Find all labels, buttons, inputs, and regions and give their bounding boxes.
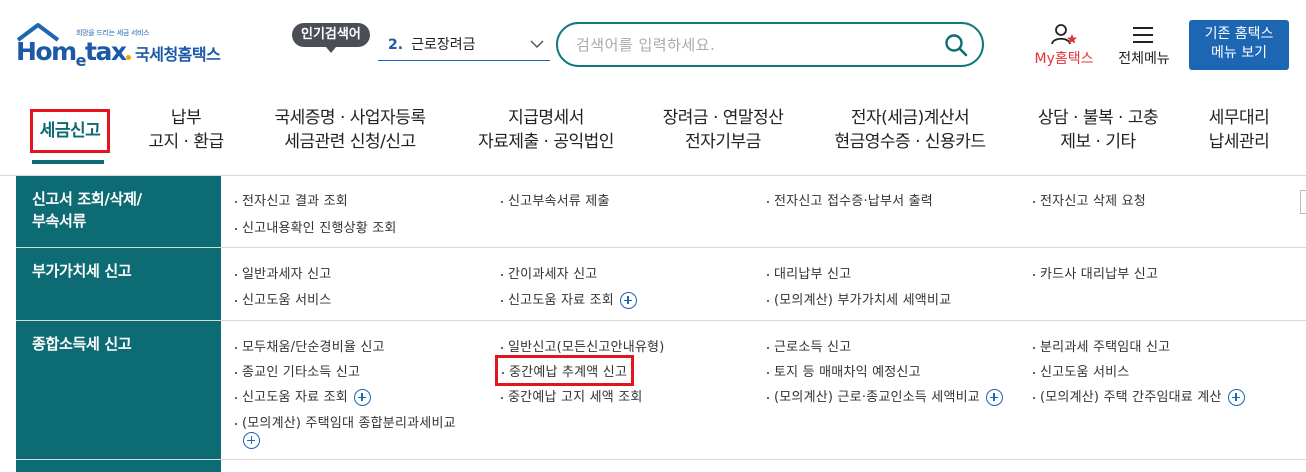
expand-plus-icon[interactable] xyxy=(353,389,371,406)
nav-tab-line2: 납세관리 xyxy=(1208,132,1270,152)
submenu-links: 일반과세자 신고 간이과세자 신고 대리납부 신고 카드사 대리납부 신고 신고… xyxy=(221,248,1306,320)
submenu-row-heading: 부가가치세 신고 xyxy=(16,248,221,320)
submenu-row-income-tax: 종합소득세 신고 모두채움/단순경비율 신고 일반신고(모든신고안내유형) 근로… xyxy=(16,321,1306,460)
expand-plus-icon[interactable] xyxy=(985,389,1003,406)
submenu-link[interactable]: 대리납부 신고 xyxy=(767,263,851,282)
submenu-row-filing-lookup: 신고서 조회/삭제/ 부속서류 전자신고 결과 조회 신고부속서류 제출 전자신… xyxy=(16,176,1306,248)
submenu-row-heading: 신고서 조회/삭제/ 부속서류 xyxy=(16,176,221,247)
submenu-panel: 신고서 조회/삭제/ 부속서류 전자신고 결과 조회 신고부속서류 제출 전자신… xyxy=(16,176,1306,472)
nav-tab-line1: 국세증명 · 사업자등록 xyxy=(274,108,426,128)
nav-tab-payment[interactable]: 납부 고지 · 환급 xyxy=(140,106,232,154)
submenu-link[interactable]: 근로소득 신고 xyxy=(767,336,851,355)
nav-tab-line2: 제보 · 기타 xyxy=(1060,132,1136,152)
legacy-menu-button[interactable]: 기존 홈택스 메뉴 보기 xyxy=(1189,20,1289,70)
nav-tab-line1: 납부 xyxy=(170,108,202,128)
my-hometax-button[interactable]: My홈택스 xyxy=(1028,22,1100,70)
submenu-link[interactable]: 전자신고 결과 조회 xyxy=(235,190,348,209)
submenu-link[interactable]: 분리과세 주택임대 신고 xyxy=(1033,336,1170,355)
popular-search-badge: 인기검색어 xyxy=(292,23,370,53)
nav-tab-incentives[interactable]: 장려금 · 연말정산 전자기부금 xyxy=(652,106,794,154)
expand-plus-icon[interactable] xyxy=(619,292,637,309)
submenu-link[interactable]: 신고도움 자료 조회 xyxy=(501,289,637,309)
submenu-link-interim-prepayment-highlighted[interactable]: 중간예납 추계액 신고 xyxy=(494,355,635,386)
search-box xyxy=(556,22,984,67)
submenu-link[interactable]: 신고도움 서비스 xyxy=(1033,361,1129,380)
submenu-link[interactable]: 종교인 기타소득 신고 xyxy=(235,361,360,380)
submenu-link[interactable]: 신고부속서류 제출 xyxy=(501,190,610,209)
nav-tab-line2: 고지 · 환급 xyxy=(148,132,224,152)
nav-tab-line1: 세무대리 xyxy=(1208,108,1270,128)
header: 희망을 드리는 세금 서비스 Hometax 국세청홈택스 인기검색어 2. 근로… xyxy=(0,0,1306,92)
expand-plus-icon[interactable] xyxy=(1227,389,1245,406)
nav-tab-line1: 지급명세서 xyxy=(508,108,584,128)
nav-tab-line2: 세금관련 신청/신고 xyxy=(284,132,416,152)
nav-tab-label: 세금신고 xyxy=(39,121,101,141)
search-icon[interactable] xyxy=(944,33,968,57)
popular-rank: 2. xyxy=(388,37,404,53)
submenu-row-vat: 부가가치세 신고 일반과세자 신고 간이과세자 신고 대리납부 신고 카드사 대… xyxy=(16,248,1306,321)
submenu-link[interactable]: 전자신고 접수증·납부서 출력 xyxy=(767,190,933,209)
row-heading-line1: 신고서 조회/삭제/ xyxy=(32,190,142,208)
nav-tab-e-invoice[interactable]: 전자(세금)계산서 현금영수증 · 신용카드 xyxy=(822,106,998,154)
submenu-link[interactable]: (모의계산) 부가가치세 세액비교 xyxy=(767,289,951,308)
nav-tab-line2: 전자기부금 xyxy=(685,132,761,152)
submenu-link[interactable]: 중간예납 고지 세액 조회 xyxy=(501,386,643,405)
submenu-row-next xyxy=(16,460,1306,472)
nav-tab-line1: 장려금 · 연말정산 xyxy=(662,108,784,128)
nav-tab-line1: 전자(세금)계산서 xyxy=(850,108,970,128)
submenu-link[interactable]: 모두채움/단순경비율 신고 xyxy=(235,336,385,355)
logo-wordmark: Hometax xyxy=(16,37,132,70)
main-nav: 세금신고 납부 고지 · 환급 국세증명 · 사업자등록 세금관련 신청/신고 … xyxy=(0,92,1306,176)
side-scroll-tab[interactable] xyxy=(1300,190,1306,214)
all-menu-label: 전체메뉴 xyxy=(1118,51,1170,67)
submenu-link[interactable]: 카드사 대리납부 신고 xyxy=(1033,263,1158,282)
hamburger-icon xyxy=(1133,27,1153,43)
nav-tab-certificates[interactable]: 국세증명 · 사업자등록 세금관련 신청/신고 xyxy=(264,106,436,154)
submenu-link-plus[interactable] xyxy=(243,432,260,449)
legacy-menu-line2: 메뉴 보기 xyxy=(1211,45,1267,61)
submenu-link[interactable]: 토지 등 매매차익 예정신고 xyxy=(767,361,921,380)
submenu-links: 모두채움/단순경비율 신고 일반신고(모든신고안내유형) 근로소득 신고 분리과… xyxy=(221,321,1306,459)
submenu-link[interactable]: 전자신고 삭제 요청 xyxy=(1033,190,1146,209)
nav-active-underline xyxy=(32,160,104,164)
submenu-link[interactable]: 일반신고(모든신고안내유형) xyxy=(501,336,664,355)
search-input[interactable] xyxy=(576,34,916,56)
popular-keyword: 근로장려금 xyxy=(411,37,476,53)
submenu-row-heading: 종합소득세 신고 xyxy=(16,321,221,459)
submenu-link[interactable]: 신고내용확인 진행상황 조회 xyxy=(235,217,397,236)
row-heading-line1: 종합소득세 신고 xyxy=(32,335,132,353)
logo-korean-name: 국세청홈택스 xyxy=(135,45,221,64)
nav-tab-consulting[interactable]: 상담 · 불복 · 고충 제보 · 기타 xyxy=(1024,106,1172,154)
row-heading-line1: 부가가치세 신고 xyxy=(32,262,132,280)
chevron-down-icon xyxy=(530,40,544,49)
submenu-row-heading xyxy=(16,460,221,472)
nav-tab-line2: 자료제출 · 공익법인 xyxy=(478,132,614,152)
submenu-link[interactable]: 일반과세자 신고 xyxy=(235,263,331,282)
row-heading-line2: 부속서류 xyxy=(32,212,87,230)
submenu-links: 전자신고 결과 조회 신고부속서류 제출 전자신고 접수증·납부서 출력 전자신… xyxy=(221,176,1306,247)
hometax-logo[interactable]: 희망을 드리는 세금 서비스 Hometax 국세청홈택스 xyxy=(16,22,236,72)
user-star-icon xyxy=(1051,24,1077,45)
all-menu-button[interactable]: 전체메뉴 xyxy=(1112,22,1176,70)
submenu-link[interactable]: 신고도움 서비스 xyxy=(235,289,331,308)
nav-tab-line1: 상담 · 불복 · 고충 xyxy=(1037,108,1159,128)
submenu-link[interactable]: (모의계산) 주택 간주임대료 계산 xyxy=(1033,386,1245,406)
nav-tab-payment-statements[interactable]: 지급명세서 자료제출 · 공익법인 xyxy=(466,106,626,154)
expand-plus-icon[interactable] xyxy=(243,432,260,449)
submenu-link[interactable]: 신고도움 자료 조회 xyxy=(235,386,371,406)
nav-tab-tax-filing[interactable]: 세금신고 xyxy=(30,109,110,153)
nav-tab-tax-agent[interactable]: 세무대리 납세관리 xyxy=(1198,106,1280,154)
submenu-link[interactable]: (모의계산) 주택임대 종합분리과세비교 xyxy=(235,412,456,431)
submenu-link[interactable]: 간이과세자 신고 xyxy=(501,263,597,282)
popular-search-select[interactable]: 2. 근로장려금 xyxy=(378,31,550,61)
my-hometax-label: My홈택스 xyxy=(1034,51,1094,67)
submenu-link[interactable]: (모의계산) 근로·종교인소득 세액비교 xyxy=(767,386,1003,406)
legacy-menu-line1: 기존 홈택스 xyxy=(1204,26,1274,42)
nav-tab-line2: 현금영수증 · 신용카드 xyxy=(834,132,986,152)
